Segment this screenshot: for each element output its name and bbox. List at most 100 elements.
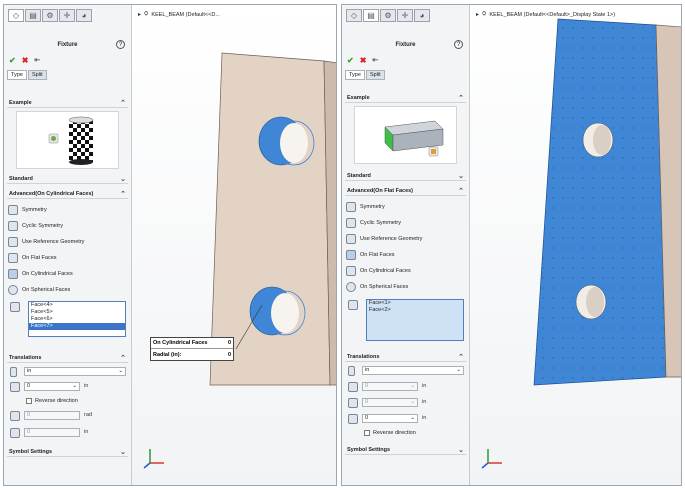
- feature-manager-tab[interactable]: ◇: [346, 9, 362, 22]
- faces-selection-list[interactable]: Face<4> Face<5> Face<6> Face<7>: [28, 301, 126, 337]
- normal-direction-icon: [348, 382, 358, 392]
- chevron-down-icon: ⌄: [120, 175, 126, 183]
- graphics-viewport[interactable]: ▸ ⛭ KEEL_BEAM (Default<<Default>_Display…: [470, 5, 681, 485]
- chevron-down-icon: ⌄: [456, 367, 461, 373]
- advanced-header[interactable]: Advanced(On Flat Faces) ⌃: [345, 186, 466, 196]
- example-section: Example ⌃: [345, 93, 466, 103]
- right-screenshot: ◇ ▤ ⚙ ✛ ◕ Fixture ? ✔ ✖ ⇤ Type Split Exa…: [341, 4, 682, 486]
- cylindrical-face-icon: [8, 269, 18, 279]
- unit-label: in: [422, 399, 427, 405]
- list-item[interactable]: Face<5>: [29, 309, 125, 316]
- unit-select[interactable]: in ⌄: [24, 367, 126, 376]
- tab-type[interactable]: Type: [7, 70, 27, 80]
- list-item[interactable]: Face<1>: [367, 300, 463, 307]
- option-flat-faces[interactable]: On Flat Faces: [8, 253, 57, 263]
- cancel-button[interactable]: ✖: [360, 56, 367, 65]
- radial-value-input[interactable]: 0 ⌄: [24, 382, 80, 391]
- option-flat-faces[interactable]: On Flat Faces: [346, 250, 395, 260]
- standard-header[interactable]: Standard ⌄: [7, 174, 128, 184]
- list-icon: ▤: [29, 11, 37, 20]
- help-icon[interactable]: ?: [454, 40, 463, 49]
- tab-split[interactable]: Split: [365, 70, 385, 80]
- option-symmetry[interactable]: Symmetry: [8, 205, 47, 215]
- ok-button[interactable]: ✔: [9, 56, 16, 65]
- axis-triad-icon: [481, 449, 502, 469]
- direction3-icon: [348, 414, 358, 424]
- tab-split[interactable]: Split: [27, 70, 47, 80]
- circumferential-value-input[interactable]: 0: [24, 411, 80, 420]
- example-header[interactable]: Example ⌃: [345, 93, 466, 103]
- cyclic-symmetry-icon: [346, 218, 356, 228]
- chevron-down-icon: ⌄: [410, 399, 415, 405]
- translations-header[interactable]: Translations ⌃: [7, 353, 128, 363]
- symbol-settings-header[interactable]: Symbol Settings ⌄: [345, 445, 466, 455]
- config-manager-tab[interactable]: ⚙: [42, 9, 58, 22]
- ok-button[interactable]: ✔: [347, 56, 354, 65]
- display-manager-tab[interactable]: ◕: [76, 9, 92, 22]
- option-reference-geometry[interactable]: Use Reference Geometry: [346, 234, 422, 244]
- cancel-button[interactable]: ✖: [22, 56, 29, 65]
- list-item[interactable]: Face<7>: [29, 323, 125, 330]
- example-header[interactable]: Example ⌃: [7, 98, 128, 108]
- direction1-value-input[interactable]: 0 ⌄: [362, 382, 418, 391]
- direction2-value-input[interactable]: 0 ⌄: [362, 398, 418, 407]
- pm-actions: ✔ ✖ ⇤: [347, 56, 378, 65]
- faces-selection-list[interactable]: Face<1> Face<2>: [366, 299, 464, 341]
- option-cylindrical-faces[interactable]: On Cylindrical Faces: [346, 266, 411, 276]
- graphics-viewport[interactable]: ▸ ⛭ KEEL_BEAM (Default<<D... On Cylindri…: [132, 5, 336, 485]
- advanced-section: Advanced(On Flat Faces) ⌃: [345, 186, 466, 196]
- manager-tabs: ◇ ▤ ⚙ ✛ ◕: [346, 9, 430, 22]
- unit-label: in: [84, 383, 89, 389]
- symbol-settings-header[interactable]: Symbol Settings ⌄: [7, 447, 128, 457]
- translations-section: Translations ⌃: [345, 352, 466, 362]
- unit-label: rad: [84, 412, 92, 418]
- list-item[interactable]: Face<6>: [29, 316, 125, 323]
- option-cyclic-symmetry[interactable]: Cyclic Symmetry: [346, 218, 401, 228]
- chevron-down-icon: ⌄: [72, 383, 77, 389]
- circumferential-icon: [10, 411, 20, 421]
- reverse-direction-checkbox[interactable]: Reverse direction: [26, 398, 78, 404]
- feature-manager-tab[interactable]: ◇: [8, 9, 24, 22]
- flat-face-icon: [8, 253, 18, 263]
- standard-header[interactable]: Standard ⌄: [345, 171, 466, 181]
- faces-selection-icon: [348, 300, 358, 310]
- chevron-up-icon: ⌃: [120, 190, 126, 198]
- property-manager-tab[interactable]: ▤: [363, 9, 379, 22]
- option-symmetry[interactable]: Symmetry: [346, 202, 385, 212]
- symbol-settings-section: Symbol Settings ⌄: [7, 447, 128, 457]
- symmetry-icon: [346, 202, 356, 212]
- property-manager: ◇ ▤ ⚙ ✛ ◕ Fixture ? ✔ ✖ ⇤ Type Split Exa…: [342, 5, 470, 485]
- help-icon[interactable]: ?: [116, 40, 125, 49]
- pin-icon[interactable]: ⇤: [34, 56, 40, 65]
- option-spherical-faces[interactable]: On Spherical Faces: [8, 285, 70, 295]
- keel-beam-model: [209, 52, 336, 386]
- option-cylindrical-faces[interactable]: On Cylindrical Faces: [8, 269, 73, 279]
- callout-row: On Cylindrical Faces 0: [151, 338, 233, 349]
- fixture-callout[interactable]: On Cylindrical Faces 0 Radial (in): 0: [150, 337, 234, 361]
- crosshair-icon: ✛: [401, 11, 409, 20]
- tab-type[interactable]: Type: [345, 70, 365, 80]
- pin-icon[interactable]: ⇤: [372, 56, 378, 65]
- symbol-settings-section: Symbol Settings ⌄: [345, 445, 466, 455]
- advanced-header[interactable]: Advanced(On Cylindrical Faces) ⌃: [7, 189, 128, 199]
- option-spherical-faces[interactable]: On Spherical Faces: [346, 282, 408, 292]
- direction3-value-input[interactable]: 0 ⌄: [362, 414, 418, 423]
- list-item[interactable]: Face<4>: [29, 302, 125, 309]
- property-manager-tab[interactable]: ▤: [25, 9, 41, 22]
- pm-title: Fixture: [57, 42, 78, 48]
- unit-select[interactable]: in ⌄: [362, 366, 464, 375]
- display-manager-tab[interactable]: ◕: [414, 9, 430, 22]
- config-manager-tab[interactable]: ⚙: [380, 9, 396, 22]
- option-reference-geometry[interactable]: Use Reference Geometry: [8, 237, 84, 247]
- manager-tabs: ◇ ▤ ⚙ ✛ ◕: [8, 9, 92, 22]
- axial-value-input[interactable]: 0: [24, 428, 80, 437]
- spherical-face-icon: [346, 282, 356, 292]
- translations-header[interactable]: Translations ⌃: [345, 352, 466, 362]
- dim-expert-tab[interactable]: ✛: [59, 9, 75, 22]
- pm-actions: ✔ ✖ ⇤: [9, 56, 40, 65]
- reverse-direction-checkbox[interactable]: Reverse direction: [364, 430, 416, 436]
- dim-expert-tab[interactable]: ✛: [397, 9, 413, 22]
- option-cyclic-symmetry[interactable]: Cyclic Symmetry: [8, 221, 63, 231]
- symmetry-icon: [8, 205, 18, 215]
- list-item[interactable]: Face<2>: [367, 307, 463, 314]
